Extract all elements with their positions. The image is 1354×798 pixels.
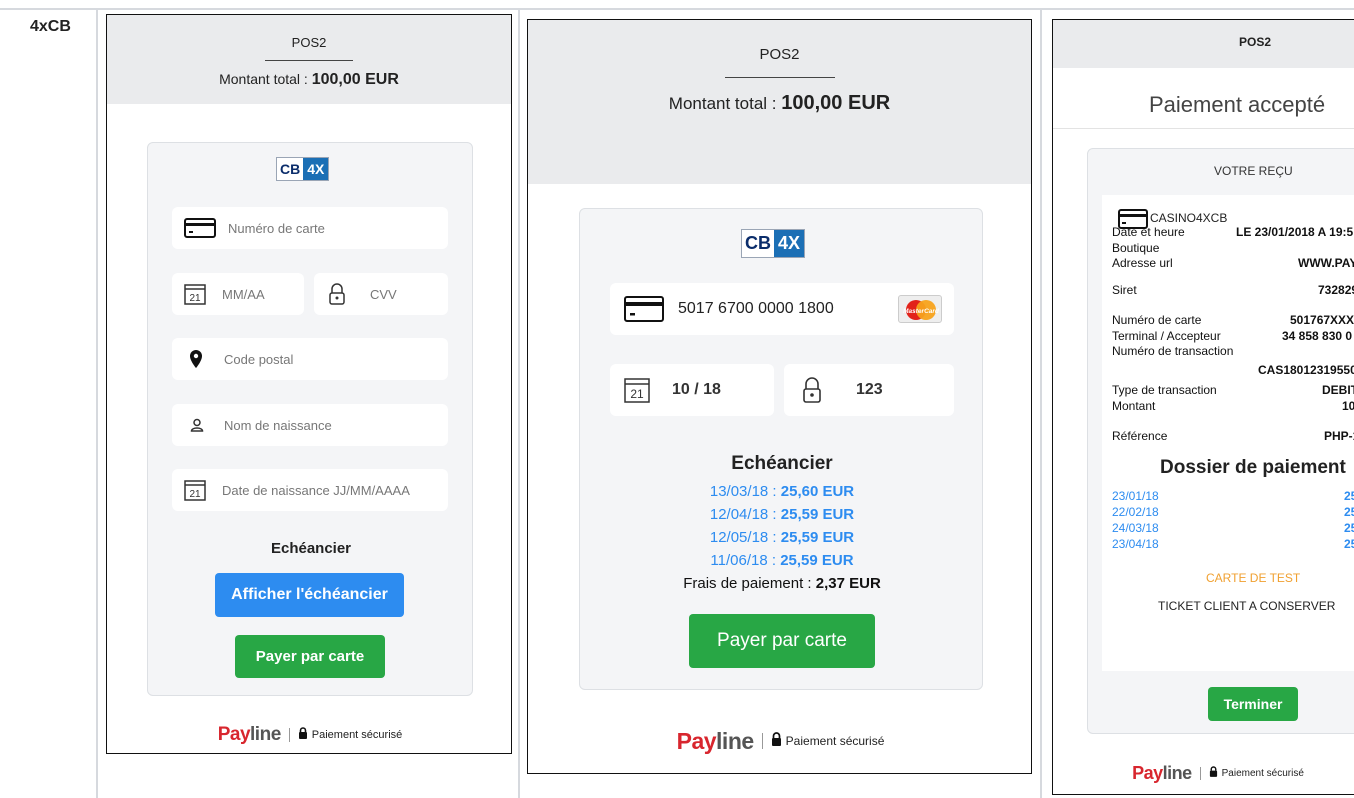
column-divider xyxy=(518,8,520,798)
birth-name-placeholder: Nom de naissance xyxy=(224,417,332,433)
cvv-field[interactable]: 123 xyxy=(784,364,954,416)
payline-footer: Payline Paiement sécurisé xyxy=(107,723,511,747)
receipt-body: CASINO4XCB Date et heure LE 23/01/2018 A … xyxy=(1102,195,1354,671)
svg-text:21: 21 xyxy=(189,293,201,304)
expiry-field[interactable]: 21 MM/AA xyxy=(172,273,304,315)
secure-payment-label: Paiement sécurisé xyxy=(1221,767,1304,779)
postal-code-placeholder: Code postal xyxy=(224,351,294,367)
title-rule xyxy=(1053,128,1354,129)
card-number-field[interactable]: Numéro de carte xyxy=(172,207,448,249)
expiry-placeholder: MM/AA xyxy=(222,286,265,302)
card-form: CB 4X Numéro de carte 21 MM/AA CVV Code … xyxy=(147,142,473,696)
lock-icon xyxy=(298,726,308,744)
pos-label: POS2 xyxy=(291,35,327,50)
lock-icon xyxy=(771,731,782,751)
merchant-name: CASINO4XCB xyxy=(1150,211,1228,225)
accepted-title: Paiement accepté xyxy=(1149,92,1326,117)
table-top-border xyxy=(0,8,1354,10)
svg-text:21: 21 xyxy=(189,489,201,500)
cb4x-logo: CB 4X xyxy=(276,157,330,181)
credit-card-icon xyxy=(624,296,664,322)
schedule-line: 12/04/18 : 25,59 EUR xyxy=(709,506,855,523)
receipt-title: VOTRE REÇU xyxy=(1214,164,1293,178)
lock-icon xyxy=(1209,764,1218,782)
schedule-line: 13/03/18 : 25,60 EUR xyxy=(709,483,855,500)
total-amount: Montant total : 100,00 EUR xyxy=(219,71,399,88)
payline-footer: Payline Paiement sécurisé xyxy=(528,727,1031,755)
payment-accepted-page: POS2 Paiement accepté VOTRE REÇU CASINO4… xyxy=(1052,19,1354,795)
payline-logo: Payline xyxy=(676,727,755,754)
pay-by-card-button[interactable]: Payer par carte xyxy=(689,614,875,668)
location-pin-icon xyxy=(188,349,204,369)
payment-fees: Frais de paiement : 2,37 EUR xyxy=(683,575,881,592)
secure-payment-label: Paiement sécurisé xyxy=(785,734,885,748)
cvv-value: 123 xyxy=(856,381,883,398)
credit-card-icon xyxy=(184,218,216,238)
schedule-line: 12/05/18 : 25,59 EUR xyxy=(709,529,855,546)
card-number-field[interactable]: 5017 6700 0000 1800 MasterCard xyxy=(610,283,954,335)
row-label: 4xCB xyxy=(30,18,71,35)
postal-code-field[interactable]: Code postal xyxy=(172,338,448,380)
svg-text:MasterCard: MasterCard xyxy=(903,308,940,315)
column-divider xyxy=(1040,8,1042,798)
finish-button[interactable]: Terminer xyxy=(1208,687,1298,721)
birth-name-field[interactable]: Nom de naissance xyxy=(172,404,448,446)
pos-label: POS2 xyxy=(759,46,800,63)
card-number-value: 5017 6700 0000 1800 xyxy=(678,300,834,317)
expiry-value: 10 / 18 xyxy=(672,381,721,398)
header: POS2 Montant total : 100,00 EUR xyxy=(107,15,511,104)
schedule-title: Echéancier xyxy=(731,453,833,474)
payline-footer: Payline Paiement sécurisé xyxy=(1053,762,1354,784)
row-label-cell: 4xCB xyxy=(0,8,98,798)
padlock-icon xyxy=(328,283,346,305)
test-card-label: CARTE DE TEST xyxy=(1206,571,1301,585)
total-amount: Montant total : 100,00 EUR xyxy=(668,92,891,114)
header: POS2 Montant total : 100,00 EUR xyxy=(528,20,1031,184)
footer-divider xyxy=(288,728,290,742)
payline-logo: Payline xyxy=(1132,762,1192,783)
ticket-label: TICKET CLIENT A CONSERVER xyxy=(1158,599,1336,613)
cb4x-logo: CB 4X xyxy=(741,229,806,258)
cvv-field[interactable]: CVV xyxy=(314,273,448,315)
padlock-icon xyxy=(802,377,822,403)
calendar-icon: 21 xyxy=(184,479,206,501)
header-rule xyxy=(724,77,835,78)
footer-divider xyxy=(761,733,763,749)
pay-by-card-button[interactable]: Payer par carte xyxy=(235,635,385,678)
svg-text:21: 21 xyxy=(630,387,644,401)
user-icon xyxy=(190,418,204,432)
payment-form-filled: POS2 Montant total : 100,00 EUR CB 4X 501… xyxy=(527,19,1032,774)
payline-logo: Payline xyxy=(217,724,282,745)
mastercard-logo: MasterCard xyxy=(898,295,942,323)
pos-label: POS2 xyxy=(1239,35,1272,49)
page: 4xCB POS2 Montant total : 100,00 EUR CB 4… xyxy=(0,0,1354,798)
secure-payment-label: Paiement sécurisé xyxy=(311,729,403,741)
card-form: CB 4X 5017 6700 0000 1800 MasterCard 21 1… xyxy=(579,208,983,690)
calendar-icon: 21 xyxy=(624,377,650,403)
schedule-title: Echéancier xyxy=(270,540,352,557)
dossier-title: Dossier de paiement xyxy=(1160,457,1346,478)
birth-date-field[interactable]: 21 Date de naissance JJ/MM/AAAA xyxy=(172,469,448,511)
show-schedule-button[interactable]: Afficher l'échéancier xyxy=(215,573,404,617)
calendar-icon: 21 xyxy=(184,283,206,305)
footer-divider xyxy=(1199,766,1201,780)
receipt-card: VOTRE REÇU CASINO4XCB Date et heure LE 23… xyxy=(1087,148,1354,734)
header-rule xyxy=(265,60,353,61)
expiry-field[interactable]: 21 10 / 18 xyxy=(610,364,774,416)
birth-date-placeholder: Date de naissance JJ/MM/AAAA xyxy=(222,482,410,498)
payment-form-empty: POS2 Montant total : 100,00 EUR CB 4X Num… xyxy=(106,14,512,754)
header: POS2 xyxy=(1053,20,1354,68)
schedule-line: 11/06/18 : 25,59 EUR xyxy=(710,552,854,569)
cvv-placeholder: CVV xyxy=(370,286,397,302)
card-number-placeholder: Numéro de carte xyxy=(228,220,325,236)
